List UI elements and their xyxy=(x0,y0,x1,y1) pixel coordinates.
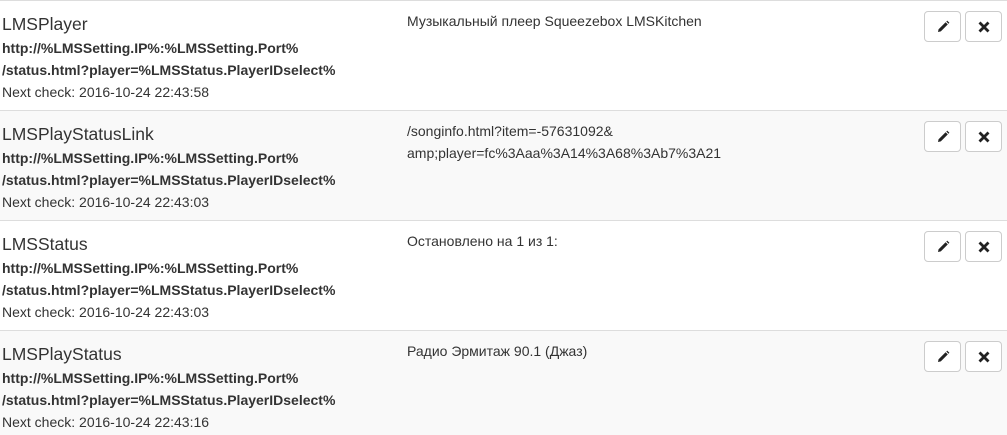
item-title: LMSStatus xyxy=(2,234,88,254)
next-check-text: Next check: 2016-10-24 22:43:03 xyxy=(2,194,210,210)
item-url-line: /status.html?player=%LMSStatus.PlayerIDs… xyxy=(2,62,336,78)
item-url-line: /status.html?player=%LMSStatus.PlayerIDs… xyxy=(2,172,336,188)
item-title: LMSPlayStatusLink xyxy=(2,124,154,144)
next-check-text: Next check: 2016-10-24 22:43:03 xyxy=(2,304,210,320)
pencil-icon xyxy=(936,240,950,254)
list-item: LMSPlayStatusLink http://%LMSSetting.IP%… xyxy=(0,110,1007,220)
item-value: Музыкальный плеер Squeezebox LMSKitchen xyxy=(407,10,907,32)
list-item: LMSPlayStatus http://%LMSSetting.IP%:%LM… xyxy=(0,330,1007,435)
next-check-text: Next check: 2016-10-24 22:43:58 xyxy=(2,84,210,100)
item-url-line: /status.html?player=%LMSStatus.PlayerIDs… xyxy=(2,392,336,408)
close-icon xyxy=(978,21,990,33)
item-actions xyxy=(924,121,1002,152)
item-url-line: /status.html?player=%LMSStatus.PlayerIDs… xyxy=(2,282,336,298)
edit-button[interactable] xyxy=(924,11,961,42)
pencil-icon xyxy=(936,20,950,34)
delete-button[interactable] xyxy=(965,231,1002,262)
value-line: /songinfo.html?item=-57631092& xyxy=(407,123,613,139)
item-url-line: http://%LMSSetting.IP%:%LMSSetting.Port% xyxy=(2,150,299,166)
item-value: Радио Эрмитаж 90.1 (Джаз) xyxy=(407,340,907,362)
item-actions xyxy=(924,11,1002,42)
value-line: Музыкальный плеер Squeezebox LMSKitchen xyxy=(407,13,702,29)
delete-button[interactable] xyxy=(965,11,1002,42)
pencil-icon xyxy=(936,130,950,144)
value-line: amp;player=fc%3Aaa%3A14%3A68%3Ab7%3A21 xyxy=(407,145,722,161)
value-line: Радио Эрмитаж 90.1 (Джаз) xyxy=(407,343,588,359)
edit-button[interactable] xyxy=(924,121,961,152)
close-icon xyxy=(978,131,990,143)
item-title: LMSPlayStatus xyxy=(2,344,122,364)
item-info: LMSPlayer http://%LMSSetting.IP%:%LMSSet… xyxy=(2,9,397,103)
close-icon xyxy=(978,351,990,363)
value-line: Остановлено на 1 из 1: xyxy=(407,233,558,249)
web-vars-list: LMSPlayer http://%LMSSetting.IP%:%LMSSet… xyxy=(0,0,1007,435)
item-url-line: http://%LMSSetting.IP%:%LMSSetting.Port% xyxy=(2,40,299,56)
item-title: LMSPlayer xyxy=(2,14,88,34)
item-info: LMSStatus http://%LMSSetting.IP%:%LMSSet… xyxy=(2,229,397,323)
close-icon xyxy=(978,241,990,253)
item-url-line: http://%LMSSetting.IP%:%LMSSetting.Port% xyxy=(2,260,299,276)
delete-button[interactable] xyxy=(965,341,1002,372)
item-actions xyxy=(924,231,1002,262)
item-value: Остановлено на 1 из 1: xyxy=(407,230,907,252)
list-item: LMSStatus http://%LMSSetting.IP%:%LMSSet… xyxy=(0,220,1007,330)
edit-button[interactable] xyxy=(924,231,961,262)
edit-button[interactable] xyxy=(924,341,961,372)
item-info: LMSPlayStatusLink http://%LMSSetting.IP%… xyxy=(2,119,397,213)
item-actions xyxy=(924,341,1002,372)
next-check-text: Next check: 2016-10-24 22:43:16 xyxy=(2,414,210,430)
pencil-icon xyxy=(936,350,950,364)
item-info: LMSPlayStatus http://%LMSSetting.IP%:%LM… xyxy=(2,339,397,433)
list-item: LMSPlayer http://%LMSSetting.IP%:%LMSSet… xyxy=(0,0,1007,110)
delete-button[interactable] xyxy=(965,121,1002,152)
item-value: /songinfo.html?item=-57631092& amp;playe… xyxy=(407,120,907,164)
item-url-line: http://%LMSSetting.IP%:%LMSSetting.Port% xyxy=(2,370,299,386)
